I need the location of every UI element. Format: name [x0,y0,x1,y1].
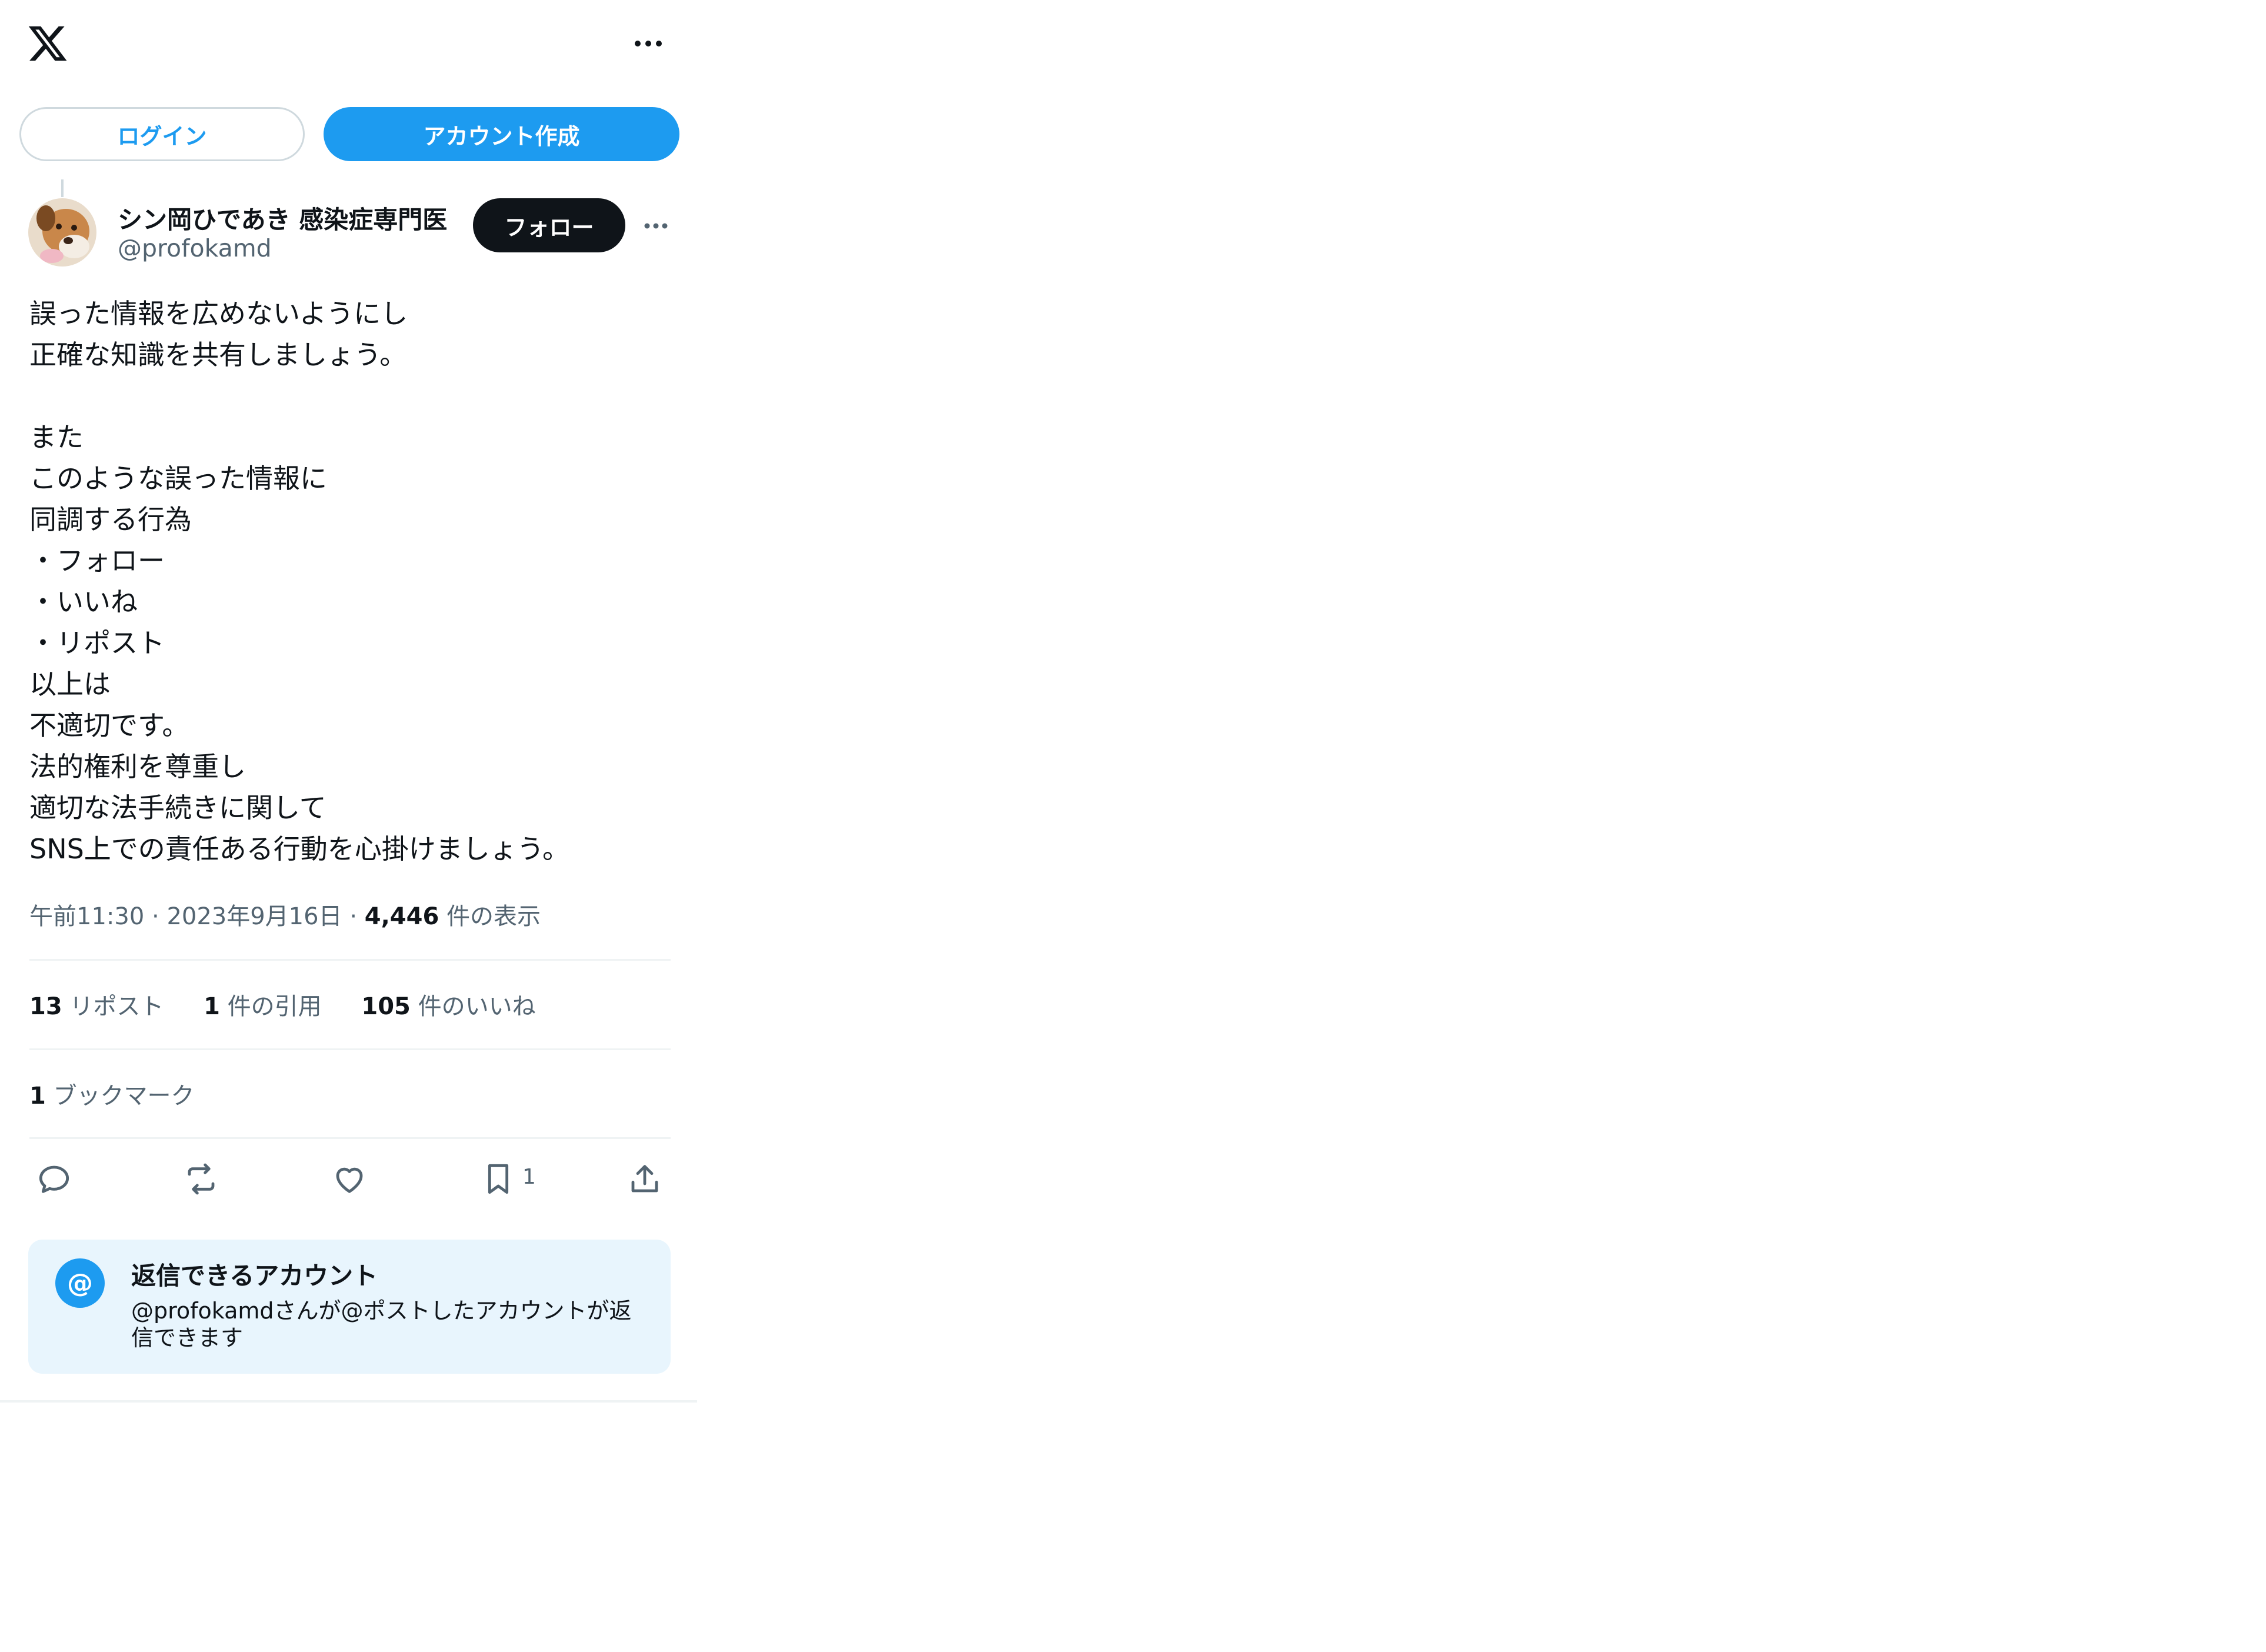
reposts-stat[interactable]: 13 リポスト [29,993,164,1020]
divider [29,959,671,961]
post-line: 不適切です。 [29,710,189,741]
at-icon: @ [55,1258,105,1308]
share-icon[interactable] [626,1160,664,1198]
repost-icon[interactable] [182,1160,220,1198]
post-more-icon[interactable] [641,214,671,238]
handle[interactable]: @profokamd [118,234,272,262]
quotes-label: 件の引用 [227,993,322,1020]
reposts-count: 13 [29,993,62,1020]
likes-label: 件のいいね [418,993,536,1020]
reply-icon[interactable] [35,1160,73,1198]
post-column: ログイン アカウント作成 シン岡ひであき 感染症専門医 @profokamd フ… [0,0,697,1403]
bookmark-action-count: 1 [522,1165,536,1189]
reposts-label: リポスト [69,993,164,1020]
thread-line [61,179,64,197]
bookmarks-label: ブックマーク [53,1083,195,1110]
like-icon[interactable] [331,1160,368,1198]
post-line: このような誤った情報に [29,462,327,494]
meta-separator: · [152,903,159,930]
quotes-stat[interactable]: 1 件の引用 [204,993,322,1020]
bookmarks-stat[interactable]: 1 ブックマーク [29,1077,195,1111]
quotes-count: 1 [204,993,220,1020]
likes-count: 105 [361,993,411,1020]
reply-restriction-description: @profokamdさんが@ポストしたアカウントが返信できます [131,1298,632,1351]
post-line: 適切な法手続きに関して [29,792,326,824]
post-line: 同調する行為 [29,504,192,535]
divider [29,1048,671,1050]
views-label: 件の表示 [446,903,541,930]
post-line [29,375,671,417]
post-line: ・リポスト [29,627,165,659]
post-line: ・フォロー [29,545,165,577]
login-button[interactable]: ログイン [19,107,305,161]
follow-button[interactable]: フォロー [473,198,625,252]
divider [29,1137,671,1139]
x-logo-icon[interactable] [26,22,69,65]
engagement-stats: 13 リポスト 1 件の引用 105 件のいいね [29,987,568,1021]
reply-restriction-box: @ 返信できるアカウント @profokamdさんが@ポストしたアカウントが返信… [28,1240,671,1374]
post-time[interactable]: 午前11:30 [29,903,144,930]
post-line: また [29,421,84,453]
post-line: 以上は [29,668,111,700]
meta-separator: · [349,903,358,930]
likes-stat[interactable]: 105 件のいいね [361,993,535,1020]
post-line: 正確な知識を共有しましょう。 [29,339,407,371]
signup-button[interactable]: アカウント作成 [324,107,679,161]
reply-restriction-title: 返信できるアカウント [131,1261,378,1290]
more-horizontal-icon[interactable] [631,31,666,56]
post-meta: 午前11:30 · 2023年9月16日 · 4,446 件の表示 [29,897,541,931]
post-date[interactable]: 2023年9月16日 [166,903,342,930]
bookmark-icon[interactable] [479,1160,517,1198]
post-line: SNS上での責任ある行動を心掛けましょう。 [29,833,570,865]
avatar[interactable] [28,198,96,267]
post-line: 誤った情報を広めないようにし [29,298,408,329]
post-line: 法的権利を尊重し [29,751,246,782]
post-body: 誤った情報を広めないようにし 正確な知識を共有しましょう。 また このような誤っ… [29,293,671,870]
views-count: 4,446 [364,903,439,930]
bookmarks-count: 1 [29,1083,46,1110]
display-name[interactable]: シン岡ひであき 感染症専門医 [118,200,447,236]
post-line: ・いいね [29,586,138,618]
